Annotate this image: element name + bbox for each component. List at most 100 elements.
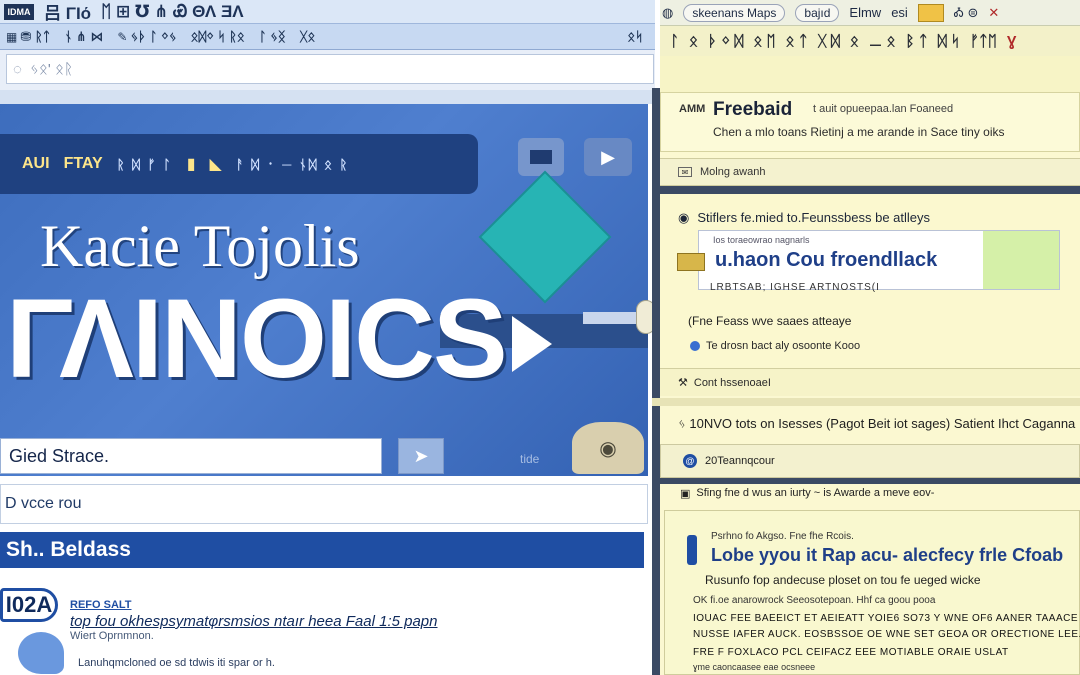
tool-7[interactable]: ᛟ <box>850 33 859 50</box>
tab-5[interactable]: Ꭳ ⊜ <box>954 5 979 21</box>
feature-line-1: (Fne Feass wve saaes atteaye <box>688 314 852 328</box>
pane-divider[interactable] <box>652 88 660 675</box>
toolbar-button-3[interactable]: ✎ ᛃᚦ ᛚ ᛜᛃ <box>117 29 176 44</box>
hero-nav-tail: ᚨ ᛞ ᛫ ─ ᚾᛞ ᛟ ᚱ <box>235 156 350 172</box>
feature-big[interactable]: u.haon Cou froendllack <box>715 249 937 272</box>
item-badge: I02A <box>0 588 58 622</box>
toolbar-button-6[interactable]: ᚷᛟ <box>300 29 316 44</box>
hero-search-value: Gied Strace. <box>9 445 110 466</box>
menubar: IDMA 吕 ΓΙό ᛖ ⊞ ℧ ⋔ Ꮿ ΘΛ ƎΛ <box>0 0 655 24</box>
feature-card: ◉ Stiflers fe.mied to.Feunssbess be atll… <box>660 194 1080 394</box>
feature-caption: LRBTSAB; IGHSE ARTNOSTS(I <box>710 282 880 293</box>
article-tag: Psrhno fo Akgso. Fne fhe Rcois. <box>711 531 854 542</box>
toolbar-button-1[interactable]: ▦ ⛃ ᚱᛏ <box>6 29 50 45</box>
maps-tab[interactable]: skeenans Maps <box>683 3 786 22</box>
globe-icon[interactable]: ◍ <box>662 5 673 21</box>
tool-8[interactable]: ⚊ ᛟ <box>869 32 896 50</box>
toolbar-button-4[interactable]: ᛟᛞᛜ ᛋ ᚱᛟ <box>191 29 245 44</box>
avatar <box>18 632 64 674</box>
image-icon: ▣ <box>680 487 691 500</box>
tool-10[interactable]: ᛞ ᛋ <box>938 33 960 50</box>
hero-nav-rest[interactable]: ᚱ ᛞ ᚠ ᛚ <box>117 157 173 172</box>
article-para-3: FRE F FOXLACO PCL CEIFACZ EEE MOTIABLE O… <box>693 647 1009 658</box>
tool-4[interactable]: ᛟ ᛖ <box>753 33 775 50</box>
folder-icon[interactable] <box>917 3 944 22</box>
article-para-4: ɣme caoncaasee eae ocsneee <box>693 662 816 672</box>
more-label: Molng awanh <box>700 166 766 178</box>
article-meta: OK fi.oe anarowrock Seeosotepoan. Hhf ca… <box>693 595 936 606</box>
listing-title[interactable]: Freebaid <box>713 99 792 121</box>
account-label: 20Teannqcour <box>705 455 775 467</box>
address-placeholder: ᛃᛟ' ᛟᚱ <box>29 60 73 78</box>
menu-group-1[interactable]: 吕 ΓΙό <box>44 0 91 24</box>
tag-icon[interactable]: ◣ <box>210 154 222 174</box>
account-row[interactable]: @ 20Teannqcour <box>660 444 1080 478</box>
tool-11[interactable]: ᚠᛏᛖ <box>970 33 997 50</box>
radio-icon <box>690 341 700 351</box>
article-para-2: NUSSE IAFER AUCK. EOSBSSOE OE WNE SET GE… <box>693 629 1080 640</box>
pin-icon <box>687 535 697 565</box>
tool-6[interactable]: ᚷ ᛞ <box>818 33 840 50</box>
toolbar-button-2[interactable]: ᚾ ⋔ ⋈ <box>64 29 103 45</box>
right-band <box>652 186 1080 194</box>
feature-small: Ios toraeowrao nagnarls <box>713 235 810 245</box>
tool-close[interactable]: Ɣ <box>1007 33 1017 50</box>
info-icon: ◉ <box>678 210 690 225</box>
tool-5[interactable]: ᛟ ᛏ <box>786 33 808 50</box>
toolbar-button-5[interactable]: ᛚ ᛃᛝ <box>259 29 286 44</box>
tool-9[interactable]: ᛒ ᛏ <box>906 33 928 50</box>
message-icon: ✉ <box>678 167 692 177</box>
hero-tag: tide <box>520 452 540 466</box>
card-chip-icon <box>677 253 705 271</box>
tool-2[interactable]: ᛟ <box>689 33 698 50</box>
close-icon[interactable]: ✕ <box>988 5 999 21</box>
status-label: Sfing fne d wus an iurty ~ is Awarde a m… <box>696 487 935 499</box>
hero-nav-bar: AUI FTAY ᚱ ᛞ ᚠ ᛚ ▮ ◣ ᚨ ᛞ ᛫ ─ ᚾᛞ ᛟ ᚱ <box>0 134 478 194</box>
flag-icon[interactable]: ▶ <box>584 138 632 176</box>
hero-search-input[interactable]: Gied Strace. <box>0 438 382 474</box>
address-input[interactable]: ◌ ᛃᛟ' ᛟᚱ <box>6 54 654 84</box>
bookmark-icon[interactable]: ▮ <box>187 154 196 174</box>
section-header: Sh.. Beldass <box>0 532 644 568</box>
feature-glow <box>983 231 1059 289</box>
tab-2[interactable]: bajıd <box>795 3 840 22</box>
hero-nav-accent[interactable]: FTAY <box>64 155 103 173</box>
right-toolbar: ᛚ ᛟ ᚦ ᛜ ᛞ ᛟ ᛖ ᛟ ᛏ ᚷ ᛞ ᛟ ⚊ ᛟ ᛒ ᛏ ᛞ ᛋ ᚠᛏᛖ … <box>660 26 1080 56</box>
listing-description: Chen a mlo toans Rietinj a me arande in … <box>713 125 1005 139</box>
play-icon[interactable] <box>512 316 552 372</box>
hero-subtitle: ΓΛINOICS <box>6 276 508 401</box>
pipe-highlight <box>583 312 643 324</box>
address-row: ◌ ᛃᛟ' ᛟᚱ <box>0 50 655 90</box>
tool-3[interactable]: ᚦ ᛜ ᛞ <box>708 33 743 50</box>
connect-label: Cont hssenoaeI <box>693 376 771 389</box>
article-title[interactable]: Lobe yyou it Rap acu- alecfecy frle Cfoa… <box>711 545 1063 566</box>
notice-row[interactable]: ᛃ 10NVO tots on Isesses (Pagot Beit iot … <box>660 406 1080 440</box>
toolbar-button-end[interactable]: ᛟᛋ <box>627 29 643 44</box>
article-sub: Rusunfo fop andecuse ploset on tou fe ue… <box>705 573 981 587</box>
status-row: ▣ Sfing fne d wus an iurty ~ is Awarde a… <box>660 484 1080 502</box>
item-tag[interactable]: REFO SALT <box>70 599 132 611</box>
tab-3[interactable]: Elmw <box>849 5 881 20</box>
send-icon: ➤ <box>413 445 429 466</box>
right-topbar: ◍ skeenans Maps bajıd Elmw esi Ꭳ ⊜ ✕ <box>660 0 1080 26</box>
item-subtitle: Wiert Oprnmnon. <box>70 630 154 642</box>
item-title-link[interactable]: top fou okhespsymatφrsmsios ntaır heea F… <box>70 613 438 630</box>
tab-4[interactable]: esi <box>891 5 908 20</box>
hero-search-button[interactable]: ➤ <box>398 438 444 474</box>
right-band-2 <box>652 398 1080 406</box>
connect-row[interactable]: ⚒ Cont hssenoaeI <box>660 368 1080 396</box>
grid-icon: ▦ <box>6 29 18 44</box>
separator <box>0 90 655 104</box>
feature-line-2[interactable]: Te drosn bact aly osoonte Kooo <box>690 340 860 352</box>
tool-1[interactable]: ᛚ <box>670 33 679 50</box>
filter-input[interactable]: D vcce rou <box>0 484 648 524</box>
article-card: Psrhno fo Akgso. Fne fhe Rcois. Lobe yyo… <box>664 510 1080 675</box>
window-icon[interactable] <box>518 138 564 176</box>
listing-card[interactable]: AMM Freebaid t auit opueepaa.lan Foaneed… <box>660 92 1080 152</box>
hero-title: Kacie Tojolis <box>40 213 360 279</box>
menu-group-2[interactable]: ᛖ ⊞ ℧ ⋔ Ꮿ ΘΛ ƎΛ <box>101 2 244 22</box>
more-row[interactable]: ✉ Molng awanh <box>660 158 1080 186</box>
hero-nav-label[interactable]: AUI <box>22 155 50 173</box>
feature-box[interactable]: Ios toraeowrao nagnarls u.haon Cou froen… <box>677 230 1060 290</box>
app-logo[interactable]: IDMA <box>4 3 34 20</box>
